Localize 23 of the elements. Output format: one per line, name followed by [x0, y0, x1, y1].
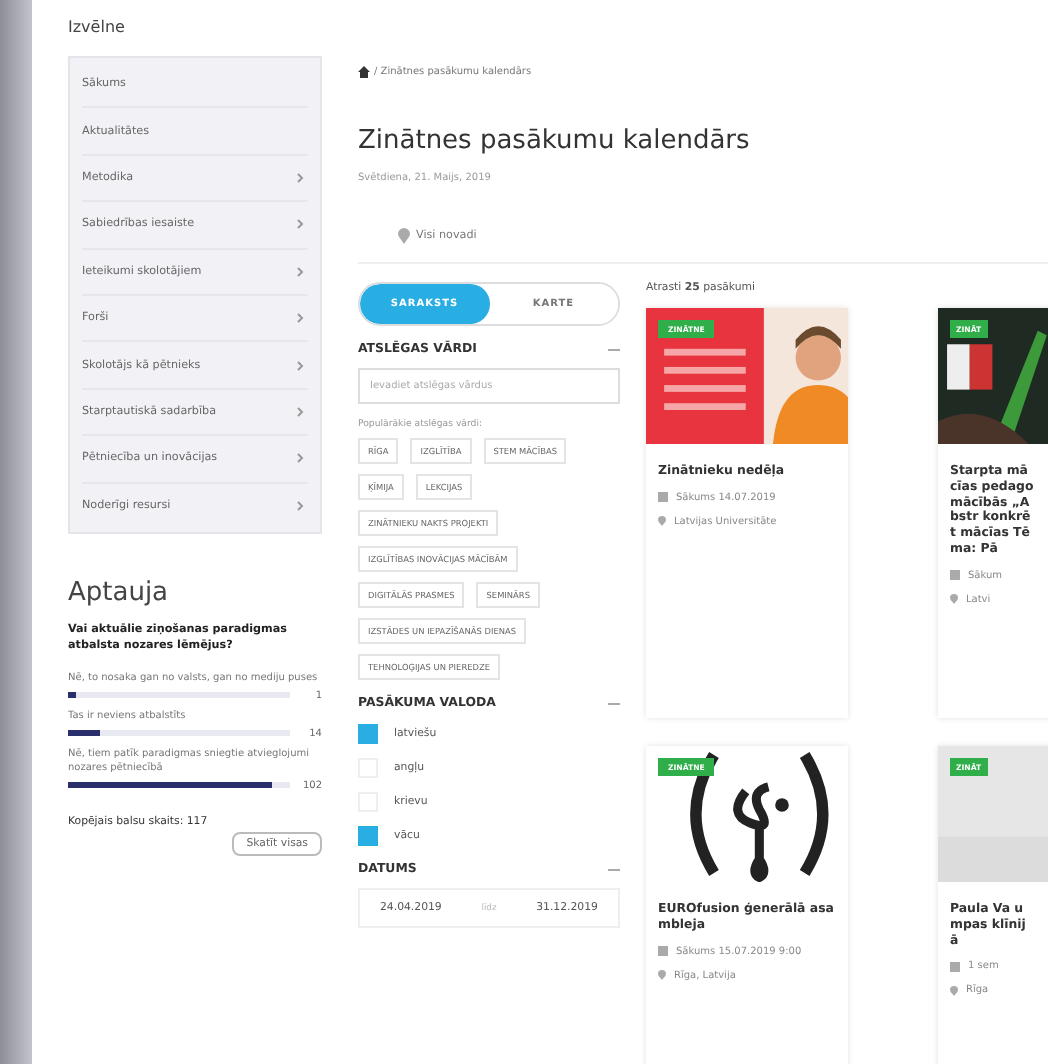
chevron-icon: [296, 452, 304, 465]
menu-title: Izvēlne: [68, 18, 127, 36]
chevron-icon: [296, 405, 304, 418]
pin-icon: [950, 594, 958, 604]
chevron-icon: [296, 312, 304, 325]
pin-icon: [658, 516, 666, 527]
home-icon: [358, 66, 370, 78]
chevron-icon: [296, 499, 304, 512]
chevron-icon: [296, 171, 304, 184]
chevron-icon: [296, 265, 304, 278]
pin-icon: [658, 970, 666, 980]
chevron-icon: [296, 218, 304, 231]
calendar-icon: [950, 961, 960, 972]
calendar-icon: [950, 570, 960, 580]
calendar-icon: [658, 946, 668, 956]
checkbox[interactable]: [358, 724, 378, 744]
checkbox[interactable]: [358, 826, 378, 846]
chevron-icon: [296, 359, 304, 372]
poll-title: Aptauja: [68, 577, 171, 608]
pin-icon: [398, 228, 410, 244]
page-title: Zinātnes pasākumu kalendārs: [358, 126, 752, 156]
calendar-icon: [658, 492, 668, 503]
pin-icon: [950, 985, 958, 996]
